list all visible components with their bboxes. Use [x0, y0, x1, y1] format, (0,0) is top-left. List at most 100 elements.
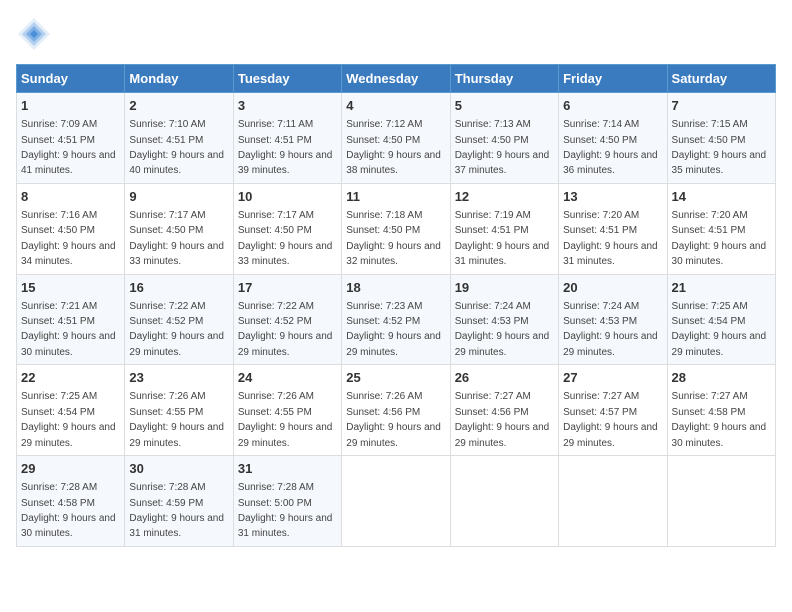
day-number: 6: [563, 97, 662, 115]
day-info: Sunrise: 7:24 AMSunset: 4:53 PMDaylight:…: [455, 301, 550, 358]
day-info: Sunrise: 7:22 AMSunset: 4:52 PMDaylight:…: [129, 301, 224, 358]
day-info: Sunrise: 7:28 AMSunset: 5:00 PMDaylight:…: [238, 482, 333, 539]
day-number: 26: [455, 369, 554, 387]
calendar-cell: [667, 456, 775, 547]
day-number: 1: [21, 97, 120, 115]
day-info: Sunrise: 7:16 AMSunset: 4:50 PMDaylight:…: [21, 210, 116, 267]
page-header: [16, 16, 776, 52]
day-info: Sunrise: 7:28 AMSunset: 4:59 PMDaylight:…: [129, 482, 224, 539]
day-info: Sunrise: 7:15 AMSunset: 4:50 PMDaylight:…: [672, 119, 767, 176]
day-number: 24: [238, 369, 337, 387]
day-info: Sunrise: 7:12 AMSunset: 4:50 PMDaylight:…: [346, 119, 441, 176]
calendar-cell: 21 Sunrise: 7:25 AMSunset: 4:54 PMDayligh…: [667, 274, 775, 365]
calendar-cell: 29 Sunrise: 7:28 AMSunset: 4:58 PMDayligh…: [17, 456, 125, 547]
day-info: Sunrise: 7:26 AMSunset: 4:56 PMDaylight:…: [346, 391, 441, 448]
calendar-cell: 3 Sunrise: 7:11 AMSunset: 4:51 PMDaylight…: [233, 93, 341, 184]
calendar-cell: 31 Sunrise: 7:28 AMSunset: 5:00 PMDayligh…: [233, 456, 341, 547]
calendar-cell: 14 Sunrise: 7:20 AMSunset: 4:51 PMDayligh…: [667, 183, 775, 274]
logo: [16, 16, 56, 52]
calendar-cell: 25 Sunrise: 7:26 AMSunset: 4:56 PMDayligh…: [342, 365, 450, 456]
calendar-cell: 26 Sunrise: 7:27 AMSunset: 4:56 PMDayligh…: [450, 365, 558, 456]
day-number: 27: [563, 369, 662, 387]
day-info: Sunrise: 7:09 AMSunset: 4:51 PMDaylight:…: [21, 119, 116, 176]
calendar-header: SundayMondayTuesdayWednesdayThursdayFrid…: [17, 65, 776, 93]
day-number: 14: [672, 188, 771, 206]
calendar-cell: 23 Sunrise: 7:26 AMSunset: 4:55 PMDayligh…: [125, 365, 233, 456]
day-number: 30: [129, 460, 228, 478]
calendar-cell: 4 Sunrise: 7:12 AMSunset: 4:50 PMDaylight…: [342, 93, 450, 184]
day-info: Sunrise: 7:26 AMSunset: 4:55 PMDaylight:…: [129, 391, 224, 448]
day-info: Sunrise: 7:20 AMSunset: 4:51 PMDaylight:…: [672, 210, 767, 267]
calendar-cell: 18 Sunrise: 7:23 AMSunset: 4:52 PMDayligh…: [342, 274, 450, 365]
calendar-table: SundayMondayTuesdayWednesdayThursdayFrid…: [16, 64, 776, 547]
day-number: 4: [346, 97, 445, 115]
header-day: Saturday: [667, 65, 775, 93]
day-info: Sunrise: 7:27 AMSunset: 4:57 PMDaylight:…: [563, 391, 658, 448]
calendar-cell: 19 Sunrise: 7:24 AMSunset: 4:53 PMDayligh…: [450, 274, 558, 365]
header-day: Monday: [125, 65, 233, 93]
day-number: 21: [672, 279, 771, 297]
day-number: 9: [129, 188, 228, 206]
day-info: Sunrise: 7:10 AMSunset: 4:51 PMDaylight:…: [129, 119, 224, 176]
day-number: 15: [21, 279, 120, 297]
calendar-cell: 27 Sunrise: 7:27 AMSunset: 4:57 PMDayligh…: [559, 365, 667, 456]
day-info: Sunrise: 7:25 AMSunset: 4:54 PMDaylight:…: [21, 391, 116, 448]
calendar-cell: [559, 456, 667, 547]
calendar-cell: [450, 456, 558, 547]
day-number: 29: [21, 460, 120, 478]
day-number: 10: [238, 188, 337, 206]
day-info: Sunrise: 7:19 AMSunset: 4:51 PMDaylight:…: [455, 210, 550, 267]
day-number: 20: [563, 279, 662, 297]
header-day: Tuesday: [233, 65, 341, 93]
calendar-cell: 20 Sunrise: 7:24 AMSunset: 4:53 PMDayligh…: [559, 274, 667, 365]
calendar-week-row: 15 Sunrise: 7:21 AMSunset: 4:51 PMDayligh…: [17, 274, 776, 365]
day-info: Sunrise: 7:13 AMSunset: 4:50 PMDaylight:…: [455, 119, 550, 176]
calendar-cell: 12 Sunrise: 7:19 AMSunset: 4:51 PMDayligh…: [450, 183, 558, 274]
calendar-cell: 13Sunrise: 7:20 AMSunset: 4:51 PMDayligh…: [559, 183, 667, 274]
calendar-week-row: 22 Sunrise: 7:25 AMSunset: 4:54 PMDayligh…: [17, 365, 776, 456]
calendar-cell: 7Sunrise: 7:15 AMSunset: 4:50 PMDaylight…: [667, 93, 775, 184]
calendar-cell: 16 Sunrise: 7:22 AMSunset: 4:52 PMDayligh…: [125, 274, 233, 365]
day-number: 25: [346, 369, 445, 387]
header-day: Wednesday: [342, 65, 450, 93]
calendar-week-row: 8 Sunrise: 7:16 AMSunset: 4:50 PMDaylight…: [17, 183, 776, 274]
calendar-cell: 9 Sunrise: 7:17 AMSunset: 4:50 PMDaylight…: [125, 183, 233, 274]
day-info: Sunrise: 7:24 AMSunset: 4:53 PMDaylight:…: [563, 301, 658, 358]
day-number: 16: [129, 279, 228, 297]
calendar-week-row: 1 Sunrise: 7:09 AMSunset: 4:51 PMDaylight…: [17, 93, 776, 184]
calendar-cell: 11Sunrise: 7:18 AMSunset: 4:50 PMDayligh…: [342, 183, 450, 274]
day-info: Sunrise: 7:14 AMSunset: 4:50 PMDaylight:…: [563, 119, 658, 176]
calendar-cell: 24 Sunrise: 7:26 AMSunset: 4:55 PMDayligh…: [233, 365, 341, 456]
day-info: Sunrise: 7:20 AMSunset: 4:51 PMDaylight:…: [563, 210, 658, 267]
day-info: Sunrise: 7:25 AMSunset: 4:54 PMDaylight:…: [672, 301, 767, 358]
day-number: 2: [129, 97, 228, 115]
day-info: Sunrise: 7:27 AMSunset: 4:56 PMDaylight:…: [455, 391, 550, 448]
day-info: Sunrise: 7:11 AMSunset: 4:51 PMDaylight:…: [238, 119, 333, 176]
day-info: Sunrise: 7:18 AMSunset: 4:50 PMDaylight:…: [346, 210, 441, 267]
day-number: 17: [238, 279, 337, 297]
day-info: Sunrise: 7:17 AMSunset: 4:50 PMDaylight:…: [238, 210, 333, 267]
day-info: Sunrise: 7:28 AMSunset: 4:58 PMDaylight:…: [21, 482, 116, 539]
day-info: Sunrise: 7:23 AMSunset: 4:52 PMDaylight:…: [346, 301, 441, 358]
day-number: 8: [21, 188, 120, 206]
day-info: Sunrise: 7:22 AMSunset: 4:52 PMDaylight:…: [238, 301, 333, 358]
day-info: Sunrise: 7:21 AMSunset: 4:51 PMDaylight:…: [21, 301, 116, 358]
logo-icon: [16, 16, 52, 52]
calendar-cell: 15 Sunrise: 7:21 AMSunset: 4:51 PMDayligh…: [17, 274, 125, 365]
day-number: 31: [238, 460, 337, 478]
calendar-cell: 10 Sunrise: 7:17 AMSunset: 4:50 PMDayligh…: [233, 183, 341, 274]
day-number: 18: [346, 279, 445, 297]
day-number: 23: [129, 369, 228, 387]
day-number: 3: [238, 97, 337, 115]
day-number: 19: [455, 279, 554, 297]
day-info: Sunrise: 7:26 AMSunset: 4:55 PMDaylight:…: [238, 391, 333, 448]
calendar-week-row: 29 Sunrise: 7:28 AMSunset: 4:58 PMDayligh…: [17, 456, 776, 547]
day-number: 12: [455, 188, 554, 206]
header-day: Sunday: [17, 65, 125, 93]
day-number: 5: [455, 97, 554, 115]
day-number: 22: [21, 369, 120, 387]
day-info: Sunrise: 7:17 AMSunset: 4:50 PMDaylight:…: [129, 210, 224, 267]
calendar-cell: 1 Sunrise: 7:09 AMSunset: 4:51 PMDaylight…: [17, 93, 125, 184]
day-info: Sunrise: 7:27 AMSunset: 4:58 PMDaylight:…: [672, 391, 767, 448]
calendar-body: 1 Sunrise: 7:09 AMSunset: 4:51 PMDaylight…: [17, 93, 776, 547]
